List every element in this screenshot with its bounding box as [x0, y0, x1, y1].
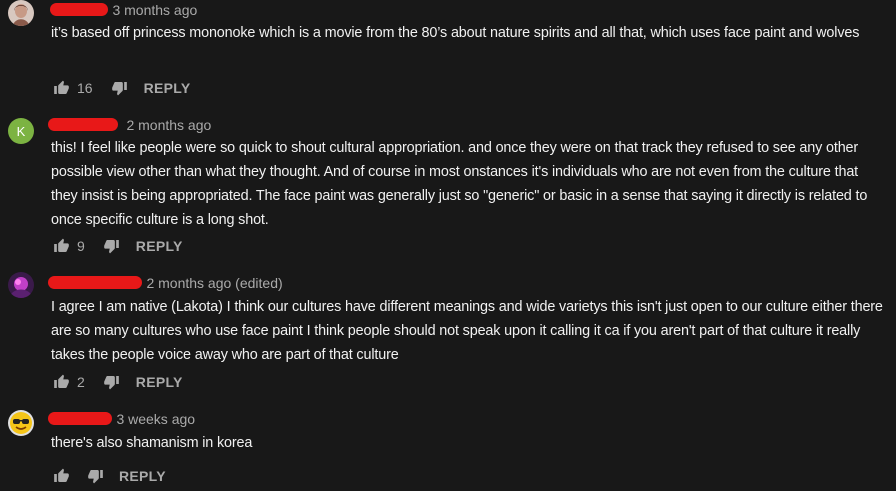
redacted-username[interactable]	[48, 412, 112, 426]
comment-text: I agree I am native (Lakota) I think our…	[51, 299, 883, 363]
like-count: 16	[77, 80, 93, 96]
comment-actions: 2 REPLY	[51, 372, 183, 392]
like-count: 9	[77, 238, 85, 254]
comment-timestamp[interactable]: 2 months ago (edited)	[146, 275, 282, 291]
avatar-letter: K	[17, 124, 26, 139]
reply-button[interactable]: REPLY	[119, 468, 166, 484]
avatar[interactable]	[8, 0, 34, 26]
comment: 2 months ago (edited) I agree I am nativ…	[0, 272, 896, 392]
comment-actions: 16 REPLY	[51, 78, 190, 98]
thumbs-up-icon[interactable]	[51, 466, 71, 486]
like-count: 2	[77, 374, 85, 390]
comment-header: 2 months ago (edited)	[48, 274, 283, 292]
thumbs-down-icon[interactable]	[110, 78, 130, 98]
reply-button[interactable]: REPLY	[136, 374, 183, 390]
avatar[interactable]	[8, 272, 34, 298]
comment: 3 months ago it’s based off princess mon…	[0, 0, 896, 105]
thumbs-up-icon[interactable]	[51, 78, 71, 98]
comment-thread: 3 months ago it’s based off princess mon…	[0, 0, 896, 491]
comment-timestamp[interactable]: 2 months ago	[126, 117, 211, 133]
comment-header: 3 months ago	[50, 1, 197, 19]
comment-header: 2 months ago	[48, 116, 211, 134]
thumbs-down-icon[interactable]	[85, 466, 105, 486]
redacted-username[interactable]	[48, 276, 142, 290]
comment-text: it’s based off princess mononoke which i…	[51, 25, 860, 41]
redacted-username[interactable]	[50, 3, 108, 17]
thumbs-down-icon[interactable]	[102, 236, 122, 256]
comment-timestamp[interactable]: 3 months ago	[112, 2, 197, 18]
comment: K 2 months ago this! I feel like people …	[0, 114, 896, 264]
comment-actions: REPLY	[51, 466, 166, 486]
thumbs-down-icon[interactable]	[102, 372, 122, 392]
reply-button[interactable]: REPLY	[144, 80, 191, 96]
comment: 3 weeks ago there's also shamanism in ko…	[0, 408, 896, 491]
avatar[interactable]	[8, 410, 34, 436]
thumbs-up-icon[interactable]	[51, 236, 71, 256]
thumbs-up-icon[interactable]	[51, 372, 71, 392]
avatar[interactable]: K	[8, 118, 34, 144]
comment-actions: 9 REPLY	[51, 236, 183, 256]
comment-header: 3 weeks ago	[48, 410, 195, 428]
comment-text: this! I feel like people were so quick t…	[51, 140, 868, 228]
comment-timestamp[interactable]: 3 weeks ago	[116, 411, 195, 427]
redacted-username[interactable]	[48, 118, 118, 132]
reply-button[interactable]: REPLY	[136, 238, 183, 254]
comment-text: there's also shamanism in korea	[51, 435, 253, 451]
